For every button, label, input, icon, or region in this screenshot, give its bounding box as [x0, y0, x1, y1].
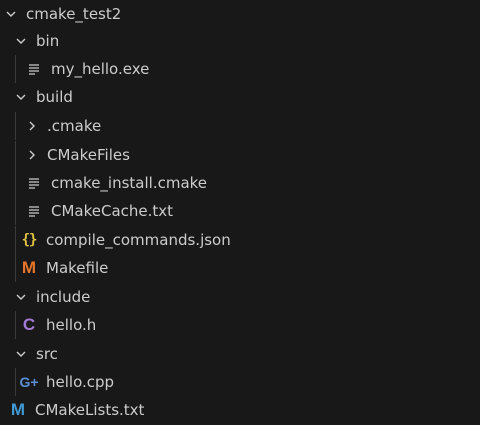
tree-file-cmake-install[interactable]: cmake_install.cmake — [0, 169, 480, 197]
chevron-down-icon[interactable] — [14, 346, 28, 362]
tree-item-label: CMakeCache.txt — [51, 202, 174, 220]
file-explorer-tree: cmake_test2 bin my_hello.exe build .cmak… — [0, 0, 480, 425]
tree-root-label: cmake_test2 — [26, 5, 122, 23]
chevron-down-icon[interactable] — [14, 289, 28, 305]
tree-item-label: Makefile — [46, 259, 109, 277]
tree-folder-cmakefiles[interactable]: CMakeFiles — [0, 141, 480, 169]
c-header-icon: C — [22, 315, 36, 334]
tree-folder-dot-cmake[interactable]: .cmake — [0, 112, 480, 140]
indent-guide — [15, 112, 16, 140]
tree-file-compile-commands[interactable]: {} compile_commands.json — [0, 226, 480, 254]
lines-icon — [25, 202, 43, 220]
chevron-down-icon[interactable] — [14, 89, 28, 105]
tree-item-label: include — [36, 288, 91, 306]
indent-guide — [15, 226, 16, 254]
tree-item-label: hello.h — [46, 316, 97, 334]
makefile-m-icon: M — [21, 258, 37, 277]
indent-guide — [15, 169, 16, 197]
indent-guide — [15, 368, 16, 396]
indent-guide — [15, 254, 16, 282]
indent-guide — [15, 141, 16, 169]
tree-file-my-hello-exe[interactable]: my_hello.exe — [0, 55, 480, 83]
cpp-icon: G+ — [19, 374, 39, 390]
tree-folder-build[interactable]: build — [0, 83, 480, 111]
tree-folder-include[interactable]: include — [0, 283, 480, 311]
tree-item-label: cmake_install.cmake — [51, 174, 208, 192]
cmake-m-icon: M — [10, 400, 26, 419]
chevron-down-icon[interactable] — [14, 33, 28, 49]
tree-item-label: src — [36, 345, 58, 363]
tree-item-label: CMakeLists.txt — [35, 401, 145, 419]
chevron-right-icon[interactable] — [25, 118, 39, 134]
tree-root-cmake-test2[interactable]: cmake_test2 — [0, 0, 480, 28]
tree-file-hello-cpp[interactable]: G+ hello.cpp — [0, 368, 480, 396]
tree-item-label: my_hello.exe — [51, 60, 150, 78]
tree-file-makefile[interactable]: M Makefile — [0, 254, 480, 282]
tree-item-label: hello.cpp — [46, 373, 115, 391]
tree-item-label: bin — [36, 32, 60, 50]
tree-folder-src[interactable]: src — [0, 340, 480, 368]
lines-icon — [25, 174, 43, 192]
tree-folder-bin[interactable]: bin — [0, 27, 480, 55]
tree-item-label: .cmake — [47, 117, 102, 135]
indent-guide — [15, 197, 16, 225]
tree-file-cmakelists[interactable]: M CMakeLists.txt — [0, 396, 480, 424]
json-braces-icon: {} — [21, 232, 38, 248]
tree-item-label: CMakeFiles — [47, 146, 130, 164]
lines-icon — [25, 60, 43, 78]
chevron-right-icon[interactable] — [25, 147, 39, 163]
tree-item-label: build — [36, 88, 73, 106]
indent-guide — [15, 311, 16, 339]
tree-item-label: compile_commands.json — [46, 231, 231, 249]
tree-file-cmakecache[interactable]: CMakeCache.txt — [0, 197, 480, 225]
tree-file-hello-h[interactable]: C hello.h — [0, 311, 480, 339]
indent-guide — [15, 55, 16, 83]
chevron-down-icon[interactable] — [4, 6, 18, 22]
